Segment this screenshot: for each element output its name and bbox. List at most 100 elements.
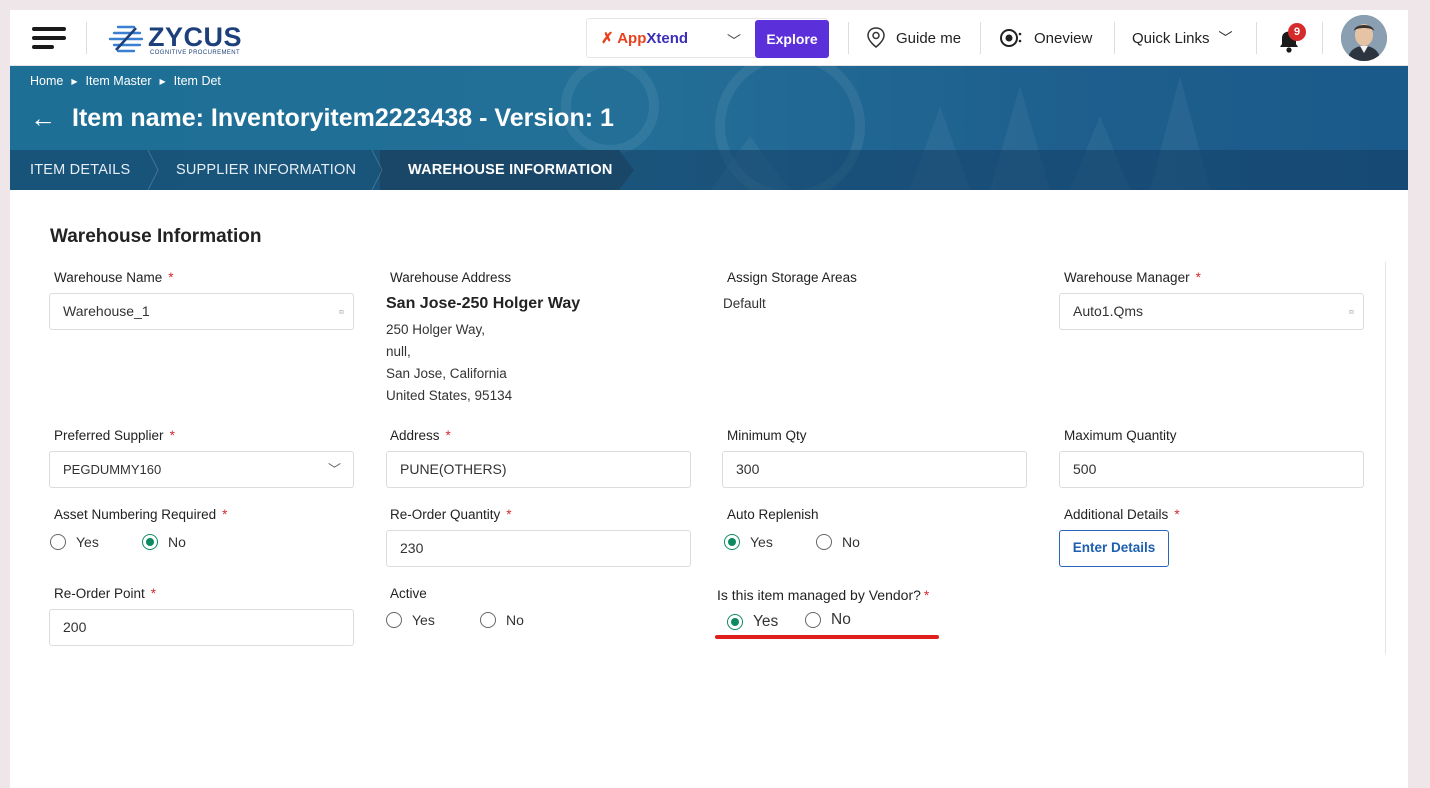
radio-label: No bbox=[831, 611, 851, 628]
radio-label: Yes bbox=[753, 613, 779, 630]
managed-by-vendor-label: Is this item managed by Vendor? * bbox=[717, 587, 930, 603]
asset-numbering-label: Asset Numbering Required * bbox=[54, 507, 228, 522]
warehouse-address-line: San Jose, California bbox=[386, 366, 507, 381]
user-avatar[interactable] bbox=[1341, 15, 1387, 61]
breadcrumb-arrow-icon: ▶ bbox=[159, 76, 166, 86]
appxtend-logo[interactable]: ✗ AppXtend bbox=[601, 29, 688, 47]
warehouse-name-value: Warehouse_1 bbox=[63, 303, 150, 319]
warehouse-address-line: null, bbox=[386, 344, 411, 359]
address-value: PUNE(OTHERS) bbox=[400, 461, 507, 477]
oneview-button[interactable]: Oneview bbox=[998, 10, 1092, 66]
divider bbox=[980, 22, 981, 54]
reorder-quantity-label: Re-Order Quantity * bbox=[390, 507, 512, 522]
minimum-qty-value: 300 bbox=[736, 461, 760, 477]
appxtend-suffix: Xtend bbox=[646, 30, 689, 47]
preferred-supplier-select[interactable]: PEGDUMMY160 ﹀ bbox=[49, 451, 354, 488]
auto-replenish-yes-radio[interactable]: Yes bbox=[724, 534, 773, 550]
quick-links-label: Quick Links bbox=[1132, 29, 1210, 47]
divider bbox=[1114, 22, 1115, 54]
radio-label: Yes bbox=[750, 534, 773, 550]
reorder-quantity-value: 230 bbox=[400, 540, 424, 556]
warehouse-name-label: Warehouse Name * bbox=[54, 270, 174, 285]
divider bbox=[1385, 262, 1386, 654]
lookup-icon[interactable]: ⧈ bbox=[339, 294, 344, 329]
assign-storage-areas-label: Assign Storage Areas bbox=[727, 270, 857, 285]
assign-storage-areas-value: Default bbox=[723, 296, 766, 311]
lookup-icon[interactable]: ⧈ bbox=[1349, 294, 1354, 329]
minimum-qty-field[interactable]: 300 bbox=[722, 451, 1027, 488]
back-arrow-icon[interactable]: ← bbox=[30, 103, 56, 134]
active-label: Active bbox=[390, 586, 427, 601]
breadcrumb-item-master[interactable]: Item Master bbox=[86, 74, 152, 88]
page-title-row: ← Item name: Inventoryitem2223438 - Vers… bbox=[30, 103, 614, 134]
logo-text: ZYCUS bbox=[148, 22, 243, 52]
radio-label: No bbox=[168, 534, 186, 550]
auto-replenish-no-radio[interactable]: No bbox=[816, 534, 860, 550]
guide-me-label: Guide me bbox=[896, 29, 962, 47]
auto-replenish-label: Auto Replenish bbox=[727, 507, 819, 522]
breadcrumb-arrow-icon: ▶ bbox=[71, 76, 78, 86]
zycus-logo-icon bbox=[108, 25, 144, 53]
maximum-quantity-field[interactable]: 500 bbox=[1059, 451, 1364, 488]
appxtend-prefix: App bbox=[617, 30, 647, 47]
tab-bar: ITEM DETAILS SUPPLIER INFORMATION WAREHO… bbox=[10, 150, 1408, 190]
tab-supplier-information[interactable]: SUPPLIER INFORMATION bbox=[176, 150, 356, 190]
radio-circle bbox=[816, 534, 832, 550]
radio-circle-selected bbox=[727, 614, 743, 630]
radio-label: No bbox=[506, 612, 524, 628]
asset-numbering-no-radio[interactable]: No bbox=[142, 534, 186, 550]
hamburger-menu-icon[interactable] bbox=[32, 27, 66, 49]
oneview-icon bbox=[1000, 29, 1022, 47]
breadcrumb-item-details: Item Det bbox=[173, 74, 221, 88]
tab-item-details[interactable]: ITEM DETAILS bbox=[30, 150, 130, 190]
radio-circle bbox=[386, 612, 402, 628]
app-frame: ZYCUS COGNITIVE PROCUREMENT ✗ AppXtend ﹀… bbox=[10, 10, 1408, 788]
page-header-band: Home ▶ Item Master ▶ Item Det ← Item nam… bbox=[10, 66, 1408, 190]
managed-by-vendor-no-radio[interactable]: No bbox=[805, 611, 851, 629]
address-field[interactable]: PUNE(OTHERS) bbox=[386, 451, 691, 488]
radio-label: Yes bbox=[412, 612, 435, 628]
page-title: Item name: Inventoryitem2223438 - Versio… bbox=[72, 104, 614, 132]
enter-details-button[interactable]: Enter Details bbox=[1059, 530, 1169, 567]
radio-circle-selected bbox=[142, 534, 158, 550]
warehouse-address-line: 250 Holger Way, bbox=[386, 322, 486, 337]
radio-circle bbox=[805, 612, 821, 628]
active-no-radio[interactable]: No bbox=[480, 612, 524, 628]
notification-badge: 9 bbox=[1288, 23, 1306, 41]
radio-circle-selected bbox=[724, 534, 740, 550]
divider bbox=[1256, 22, 1257, 54]
active-yes-radio[interactable]: Yes bbox=[386, 612, 435, 628]
warehouse-name-field[interactable]: Warehouse_1 ⧈ bbox=[49, 293, 354, 330]
chevron-down-icon: ﹀ bbox=[327, 462, 341, 477]
radio-label: Yes bbox=[76, 534, 99, 550]
minimum-qty-label: Minimum Qty bbox=[727, 428, 807, 443]
radio-circle bbox=[480, 612, 496, 628]
managed-by-vendor-yes-radio[interactable]: Yes bbox=[727, 613, 778, 631]
tab-warehouse-information[interactable]: WAREHOUSE INFORMATION bbox=[408, 150, 613, 190]
top-navbar: ZYCUS COGNITIVE PROCUREMENT ✗ AppXtend ﹀… bbox=[10, 10, 1408, 66]
explore-button[interactable]: Explore bbox=[755, 20, 829, 58]
warehouse-address-name: San Jose-250 Holger Way bbox=[386, 295, 581, 312]
quick-links-dropdown[interactable]: Quick Links ﹀ bbox=[1132, 10, 1233, 66]
additional-details-label: Additional Details * bbox=[1064, 507, 1180, 522]
tab-separator bbox=[371, 150, 383, 190]
zycus-logo[interactable]: ZYCUS COGNITIVE PROCUREMENT bbox=[108, 20, 258, 56]
chevron-down-icon[interactable]: ﹀ bbox=[727, 31, 741, 51]
maximum-quantity-value: 500 bbox=[1073, 461, 1097, 477]
section-title: Warehouse Information bbox=[50, 226, 262, 247]
guide-me-button[interactable]: Guide me bbox=[866, 10, 961, 66]
radio-label: No bbox=[842, 534, 860, 550]
asset-numbering-yes-radio[interactable]: Yes bbox=[50, 534, 99, 550]
warehouse-manager-field[interactable]: Auto1.Qms ⧈ bbox=[1059, 293, 1364, 330]
breadcrumb: Home ▶ Item Master ▶ Item Det bbox=[30, 74, 221, 88]
reorder-point-field[interactable]: 200 bbox=[49, 609, 354, 646]
tab-separator bbox=[147, 150, 159, 190]
reorder-quantity-field[interactable]: 230 bbox=[386, 530, 691, 567]
location-pin-icon bbox=[867, 27, 885, 48]
breadcrumb-home[interactable]: Home bbox=[30, 74, 63, 88]
reorder-point-label: Re-Order Point * bbox=[54, 586, 157, 601]
warehouse-manager-label: Warehouse Manager * bbox=[1064, 270, 1201, 285]
appxtend-widget: ✗ AppXtend ﹀ Explore bbox=[586, 18, 829, 58]
divider bbox=[848, 22, 849, 54]
preferred-supplier-value: PEGDUMMY160 bbox=[63, 462, 162, 477]
